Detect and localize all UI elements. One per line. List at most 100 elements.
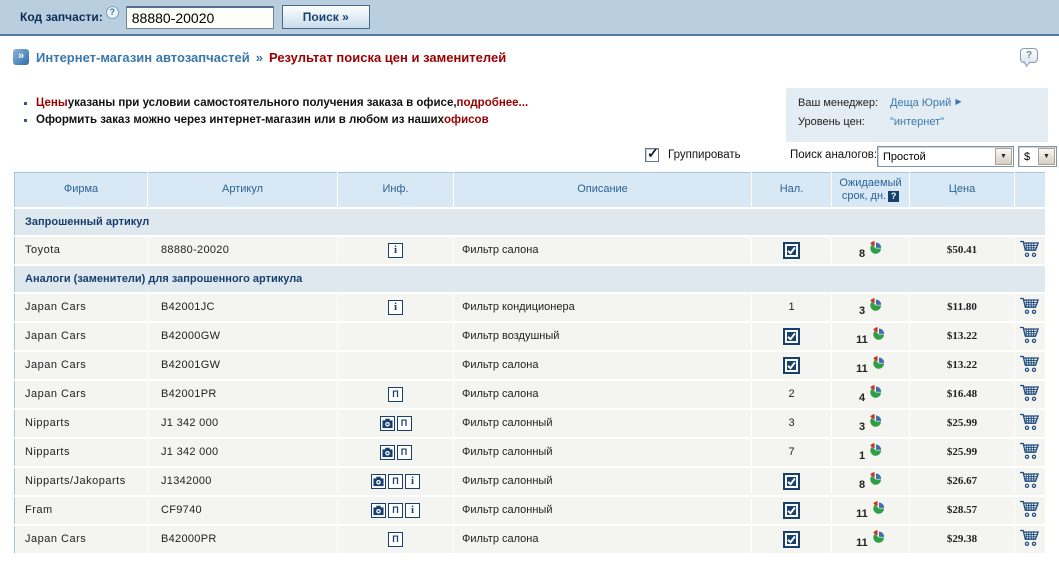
result-row: FramCF9740ПiФильтр салонный11$28.57 [15, 496, 1046, 525]
column-header-Ожидаемый срок, дн.: Ожидаемый срок, дн.? [832, 173, 910, 208]
photo-icon[interactable] [380, 445, 395, 460]
brand-cell: Nipparts [15, 438, 148, 467]
info-icon[interactable]: i [388, 300, 403, 315]
add-to-cart-button[interactable] [1019, 325, 1041, 344]
add-to-cart-button[interactable] [1019, 354, 1041, 373]
analog-mode-value: Простой [878, 151, 994, 163]
delivery-stats-pie-icon[interactable] [869, 414, 882, 427]
breadcrumb: » Интернет-магазин автозапчастей » Резул… [13, 49, 506, 65]
description-cell: Фильтр салона [454, 380, 752, 409]
manager-name-link[interactable]: Деща Юрий [890, 97, 951, 109]
cart-cell [1015, 525, 1046, 554]
availability-cell: 7 [752, 438, 832, 467]
add-to-cart-button[interactable] [1019, 528, 1041, 547]
description-cell: Фильтр салона [454, 351, 752, 380]
result-row: Japan CarsB42000GWФильтр воздушный11$13.… [15, 322, 1046, 351]
photo-icon[interactable] [380, 416, 395, 431]
term-value: 1 [859, 450, 865, 462]
price-cell: $26.67 [910, 467, 1015, 496]
price-level-label: Уровень цен: [798, 116, 890, 128]
add-to-cart-button[interactable] [1019, 412, 1041, 431]
section-row: Аналоги (заменители) для запрошенного ар… [15, 265, 1046, 293]
result-row: Japan CarsB42000PRПФильтр салона11$29.38 [15, 525, 1046, 554]
result-row: Japan CarsB42001PRПФильтр салона24$16.48 [15, 380, 1046, 409]
info-icons-cell: i [338, 293, 454, 322]
bullet-icon [24, 102, 27, 105]
chevron-down-icon: ▼ [1038, 148, 1055, 165]
price-cell: $16.48 [910, 380, 1015, 409]
term-value: 4 [859, 392, 865, 404]
info-icons-cell: i [338, 236, 454, 265]
add-to-cart-button[interactable] [1019, 239, 1041, 258]
window-icon[interactable]: П [388, 474, 403, 489]
add-to-cart-button[interactable] [1019, 470, 1041, 489]
info-icons-cell [338, 351, 454, 380]
article-cell: J1 342 000 [148, 438, 338, 467]
article-cell: B42001JC [148, 293, 338, 322]
delivery-stats-pie-icon[interactable] [869, 443, 882, 456]
add-to-cart-button[interactable] [1019, 296, 1041, 315]
delivery-stats-pie-icon[interactable] [872, 327, 885, 340]
info-icon[interactable]: i [388, 243, 403, 258]
brand-cell: Japan Cars [15, 322, 148, 351]
add-to-cart-button[interactable] [1019, 441, 1041, 460]
column-header-cart [1015, 173, 1046, 208]
result-row: NippartsJ1 342 000ПФильтр салонный33$25.… [15, 409, 1046, 438]
cart-cell [1015, 322, 1046, 351]
window-icon[interactable]: П [397, 416, 412, 431]
window-icon[interactable]: П [388, 532, 403, 547]
search-button[interactable]: Поиск » [282, 5, 370, 29]
notice-link[interactable]: офисов [444, 112, 489, 129]
page-help-icon[interactable]: ? [1020, 48, 1038, 63]
page-title: Результат поиска цен и заменителей [269, 50, 506, 65]
part-code-help-icon[interactable]: ? [106, 6, 119, 19]
photo-icon[interactable] [371, 503, 386, 518]
breadcrumb-home-link[interactable]: Интернет-магазин автозапчастей [36, 50, 250, 65]
column-header-label: Цена [949, 183, 975, 195]
delivery-stats-pie-icon[interactable] [872, 530, 885, 543]
result-row: Toyota88880-20020iФильтр салона8$50.41 [15, 236, 1046, 265]
delivery-stats-pie-icon[interactable] [869, 298, 882, 311]
srok-help-icon[interactable]: ? [888, 191, 899, 202]
add-to-cart-button[interactable] [1019, 499, 1041, 518]
column-header-label: Инф. [382, 183, 408, 195]
price-cell: $28.57 [910, 496, 1015, 525]
in-stock-icon [783, 357, 800, 374]
price-cell: $25.99 [910, 409, 1015, 438]
analog-mode-select[interactable]: Простой ▼ [877, 146, 1014, 167]
article-cell: B42001GW [148, 351, 338, 380]
notice-link[interactable]: подробнее... [457, 95, 529, 112]
photo-icon[interactable] [371, 474, 386, 489]
window-icon[interactable]: П [388, 503, 403, 518]
term-value: 3 [859, 421, 865, 433]
column-header-Цена: Цена [910, 173, 1015, 208]
delivery-stats-pie-icon[interactable] [869, 241, 882, 254]
part-code-input[interactable] [126, 6, 274, 29]
window-icon[interactable]: П [388, 387, 403, 402]
delivery-stats-pie-icon[interactable] [869, 472, 882, 485]
brand-cell: Japan Cars [15, 525, 148, 554]
term-value: 11 [856, 508, 868, 520]
window-icon[interactable]: П [397, 445, 412, 460]
delivery-stats-pie-icon[interactable] [869, 385, 882, 398]
column-header-label: Нал. [780, 183, 804, 195]
availability-cell: 1 [752, 293, 832, 322]
info-icon[interactable]: i [405, 474, 420, 489]
price-cell: $50.41 [910, 236, 1015, 265]
price-cell: $13.22 [910, 351, 1015, 380]
group-checkbox[interactable] [645, 148, 659, 162]
add-to-cart-button[interactable] [1019, 383, 1041, 402]
delivery-stats-pie-icon[interactable] [872, 356, 885, 369]
result-row: Nipparts/JakopartsJ1342000ПiФильтр салон… [15, 467, 1046, 496]
column-header-Описание: Описание [454, 173, 752, 208]
term-value: 11 [856, 537, 868, 549]
availability-cell [752, 322, 832, 351]
availability-cell [752, 467, 832, 496]
info-icon[interactable]: i [405, 503, 420, 518]
column-header-label: Описание [577, 183, 628, 195]
delivery-stats-pie-icon[interactable] [872, 501, 885, 514]
notice-lead: Цены [36, 95, 68, 112]
in-stock-icon [783, 531, 800, 548]
article-cell: B42000PR [148, 525, 338, 554]
currency-select[interactable]: $ ▼ [1018, 146, 1057, 167]
